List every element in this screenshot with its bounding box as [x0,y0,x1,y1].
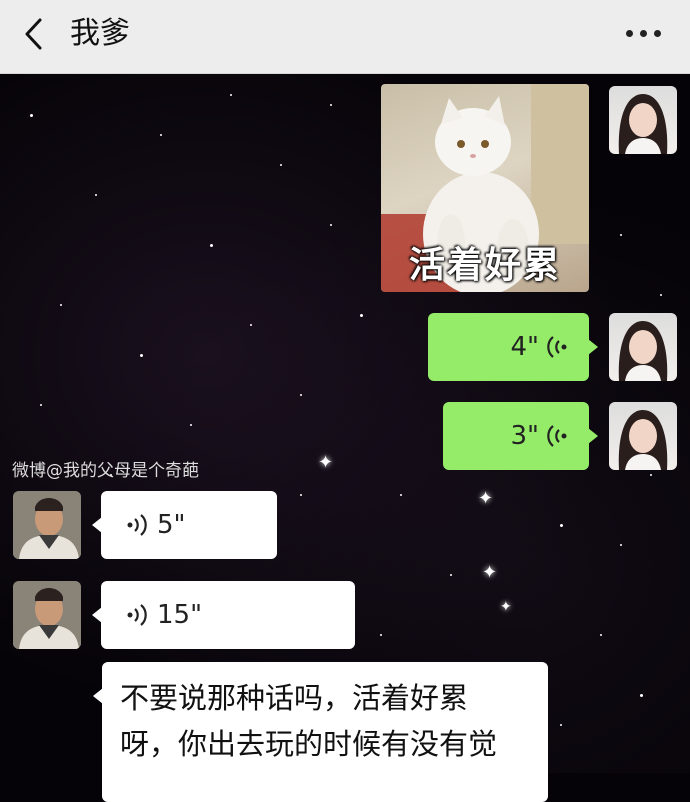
voice-message[interactable]: 5" [92,491,277,559]
weibo-watermark: 微博@我的父母是个奇葩 [12,461,199,481]
voice-message[interactable]: 15" [92,581,355,649]
dad-avatar[interactable] [13,581,81,649]
my-avatar[interactable] [609,313,677,381]
sticker-message[interactable]: 活着好累 [381,84,589,292]
message-text-line: 不要说那种话吗，活着好累 [120,681,469,715]
voice-message[interactable]: 4" [428,313,598,381]
voice-wave-icon [127,514,147,536]
voice-duration: 4" [510,332,539,362]
more-dots-icon[interactable] [626,30,662,40]
chevron-left-icon[interactable] [22,14,46,54]
voice-duration: 15" [157,600,203,630]
voice-duration: 3" [510,421,539,451]
voice-duration: 5" [157,510,186,540]
message-text-line: 呀，你出去玩的时候有没有觉 [120,727,498,761]
voice-wave-icon [547,425,567,447]
dad-avatar[interactable] [13,491,81,559]
chat-title: 我爹 [70,16,130,51]
voice-wave-icon [127,604,147,626]
voice-wave-icon [547,336,567,358]
chat-header: 我爹 [0,0,690,74]
text-message[interactable]: 不要说那种话吗，活着好累 呀，你出去玩的时候有没有觉 [93,662,548,802]
my-avatar[interactable] [609,402,677,470]
voice-message[interactable]: 3" [443,402,598,470]
sticker-caption: 活着好累 [408,245,561,286]
my-avatar[interactable] [609,86,677,154]
